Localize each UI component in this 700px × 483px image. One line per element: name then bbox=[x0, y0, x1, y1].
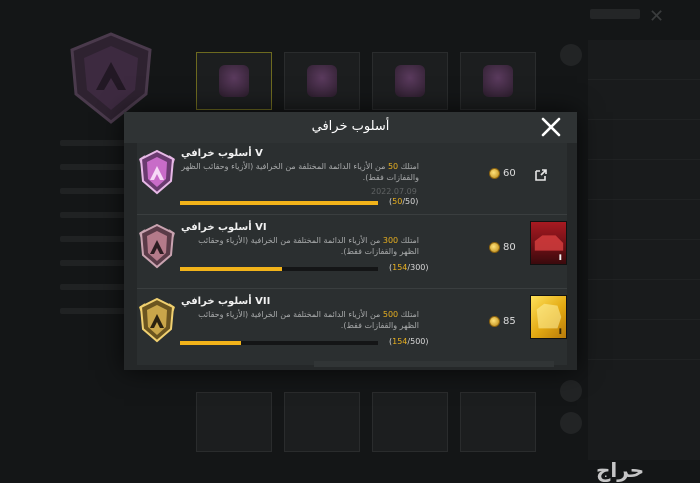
reward-points: 85 bbox=[489, 314, 516, 328]
tier-vi-badge-icon bbox=[137, 223, 177, 269]
background-side-icon bbox=[560, 44, 582, 66]
coin-icon bbox=[489, 167, 500, 179]
progress-count: (154/300) bbox=[389, 263, 429, 272]
achievement-modal: أسلوب خرافي أسلوب خرافي V امتلك 50 من ال… bbox=[124, 112, 577, 370]
modal-title: أسلوب خرافي bbox=[311, 119, 390, 134]
progress-bar bbox=[180, 341, 378, 345]
progress-count: (154/500) bbox=[389, 337, 429, 346]
achievement-name: أسلوب خرافي V bbox=[181, 148, 263, 159]
achievement-name: أسلوب خرافي VII bbox=[181, 296, 271, 307]
gold-frame-thumbnail[interactable] bbox=[530, 295, 567, 339]
external-link-icon[interactable] bbox=[534, 167, 548, 181]
achievement-row: أسلوب خرافي V امتلك 50 من الأزياء الدائم… bbox=[137, 143, 567, 215]
close-icon[interactable] bbox=[540, 116, 562, 138]
progress-bar bbox=[180, 201, 378, 205]
achievement-list: أسلوب خرافي V امتلك 50 من الأزياء الدائم… bbox=[137, 143, 567, 365]
background-close-icon: ✕ bbox=[649, 6, 665, 27]
progress-count: (50/50) bbox=[389, 197, 419, 206]
background-tier-badge-icon bbox=[68, 32, 154, 124]
background-bottom-tiles bbox=[196, 392, 541, 452]
coin-icon bbox=[489, 241, 500, 253]
achievement-description: امتلك 50 من الأزياء الدائمة المختلفة من … bbox=[181, 162, 419, 182]
background-tiles bbox=[196, 52, 541, 110]
progress-bar bbox=[180, 267, 378, 271]
background-side-icon bbox=[560, 380, 582, 402]
background-title bbox=[590, 9, 640, 19]
modal-header: أسلوب خرافي bbox=[124, 112, 577, 143]
reward-points: 80 bbox=[489, 240, 516, 254]
coin-icon bbox=[489, 315, 500, 327]
tier-vii-badge-icon bbox=[137, 297, 177, 343]
achievement-description: امتلك 500 من الأزياء الدائمة المختلفة من… bbox=[198, 310, 419, 330]
achievement-row: أسلوب خرافي VII امتلك 500 من الأزياء الد… bbox=[137, 291, 567, 363]
reward-points: 60 bbox=[489, 166, 516, 180]
watermark: حراج bbox=[596, 458, 645, 482]
achievement-name: أسلوب خرافي VI bbox=[181, 222, 267, 233]
background-side-icon bbox=[560, 412, 582, 434]
tier-v-badge-icon bbox=[137, 149, 177, 195]
scroll-track bbox=[314, 361, 554, 367]
completion-date: 2022.07.09 bbox=[371, 187, 417, 196]
achievement-row: أسلوب خرافي VI امتلك 300 من الأزياء الدا… bbox=[137, 217, 567, 289]
red-frame-thumbnail[interactable] bbox=[530, 221, 567, 265]
achievement-description: امتلك 300 من الأزياء الدائمة المختلفة من… bbox=[198, 236, 419, 256]
background-right-panel bbox=[588, 40, 700, 460]
